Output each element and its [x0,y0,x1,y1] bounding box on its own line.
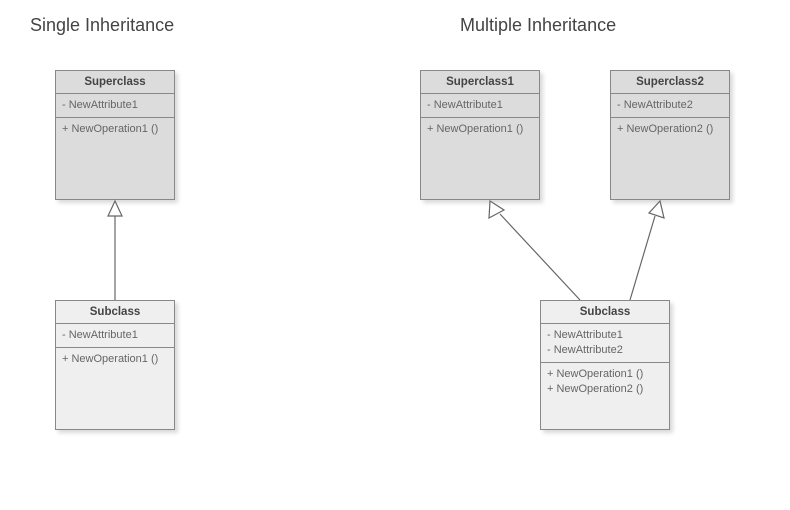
heading-multiple: Multiple Inheritance [460,15,616,36]
multiple-superclass2-box: Superclass2 - NewAttribute2 + NewOperati… [610,70,730,200]
multiple-superclass1-name: Superclass1 [421,71,539,94]
multiple-superclass2-op1: + NewOperation2 () [617,122,723,137]
multiple-subclass-op1: + NewOperation1 () [547,367,663,382]
single-superclass-attr1: - NewAttribute1 [62,98,168,113]
multiple-subclass-ops: + NewOperation1 () + NewOperation2 () [541,363,669,401]
multiple-superclass1-ops: + NewOperation1 () [421,118,539,141]
multiple-subclass-name: Subclass [541,301,669,324]
multiple-superclass2-ops: + NewOperation2 () [611,118,729,141]
multiple-subclass-op2: + NewOperation2 () [547,382,663,397]
multiple-subclass-box: Subclass - NewAttribute1 - NewAttribute2… [540,300,670,430]
multiple-superclass2-name: Superclass2 [611,71,729,94]
single-subclass-name: Subclass [56,301,174,324]
single-superclass-box: Superclass - NewAttribute1 + NewOperatio… [55,70,175,200]
multiple-superclass2-attrs: - NewAttribute2 [611,94,729,118]
heading-single: Single Inheritance [30,15,174,36]
multiple-subclass-attr1: - NewAttribute1 [547,328,663,343]
multiple-superclass1-op1: + NewOperation1 () [427,122,533,137]
single-subclass-attr1: - NewAttribute1 [62,328,168,343]
single-superclass-name: Superclass [56,71,174,94]
multiple-subclass-attr2: - NewAttribute2 [547,343,663,358]
multiple-superclass1-attr1: - NewAttribute1 [427,98,533,113]
single-superclass-op1: + NewOperation1 () [62,122,168,137]
single-superclass-ops: + NewOperation1 () [56,118,174,141]
single-superclass-attrs: - NewAttribute1 [56,94,174,118]
multiple-superclass1-attrs: - NewAttribute1 [421,94,539,118]
multiple-superclass1-box: Superclass1 - NewAttribute1 + NewOperati… [420,70,540,200]
single-subclass-op1: + NewOperation1 () [62,352,168,367]
single-subclass-ops: + NewOperation1 () [56,348,174,371]
single-subclass-attrs: - NewAttribute1 [56,324,174,348]
single-subclass-box: Subclass - NewAttribute1 + NewOperation1… [55,300,175,430]
multiple-subclass-attrs: - NewAttribute1 - NewAttribute2 [541,324,669,363]
multiple-superclass2-attr1: - NewAttribute2 [617,98,723,113]
